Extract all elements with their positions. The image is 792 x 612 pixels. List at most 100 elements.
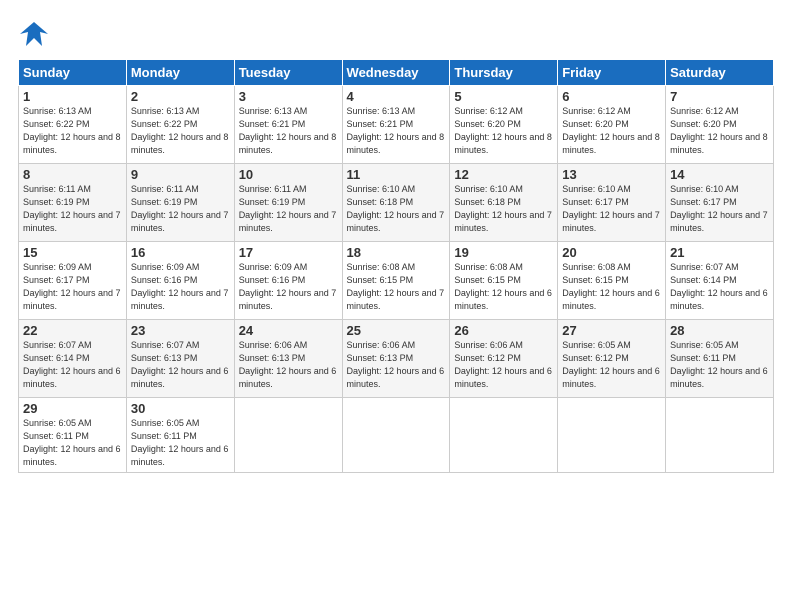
day-number: 3 (239, 89, 338, 104)
weekday-header-tuesday: Tuesday (234, 60, 342, 86)
calendar-table: SundayMondayTuesdayWednesdayThursdayFrid… (18, 59, 774, 473)
calendar-cell (450, 398, 558, 473)
day-number: 2 (131, 89, 230, 104)
day-number: 16 (131, 245, 230, 260)
day-number: 11 (347, 167, 446, 182)
day-number: 10 (239, 167, 338, 182)
page: SundayMondayTuesdayWednesdayThursdayFrid… (0, 0, 792, 612)
day-info: Sunrise: 6:07 AMSunset: 6:14 PMDaylight:… (23, 340, 121, 389)
day-info: Sunrise: 6:11 AMSunset: 6:19 PMDaylight:… (23, 184, 121, 233)
calendar-week-row: 15 Sunrise: 6:09 AMSunset: 6:17 PMDaylig… (19, 242, 774, 320)
calendar-cell: 21 Sunrise: 6:07 AMSunset: 6:14 PMDaylig… (666, 242, 774, 320)
day-number: 23 (131, 323, 230, 338)
calendar-cell: 15 Sunrise: 6:09 AMSunset: 6:17 PMDaylig… (19, 242, 127, 320)
day-number: 7 (670, 89, 769, 104)
calendar-cell: 11 Sunrise: 6:10 AMSunset: 6:18 PMDaylig… (342, 164, 450, 242)
day-info: Sunrise: 6:05 AMSunset: 6:11 PMDaylight:… (670, 340, 768, 389)
calendar-cell: 16 Sunrise: 6:09 AMSunset: 6:16 PMDaylig… (126, 242, 234, 320)
calendar-cell: 12 Sunrise: 6:10 AMSunset: 6:18 PMDaylig… (450, 164, 558, 242)
day-info: Sunrise: 6:06 AMSunset: 6:13 PMDaylight:… (347, 340, 445, 389)
calendar-cell: 17 Sunrise: 6:09 AMSunset: 6:16 PMDaylig… (234, 242, 342, 320)
day-info: Sunrise: 6:08 AMSunset: 6:15 PMDaylight:… (347, 262, 445, 311)
calendar-week-row: 8 Sunrise: 6:11 AMSunset: 6:19 PMDayligh… (19, 164, 774, 242)
day-info: Sunrise: 6:13 AMSunset: 6:21 PMDaylight:… (347, 106, 445, 155)
weekday-header-saturday: Saturday (666, 60, 774, 86)
calendar-cell: 30 Sunrise: 6:05 AMSunset: 6:11 PMDaylig… (126, 398, 234, 473)
day-info: Sunrise: 6:09 AMSunset: 6:16 PMDaylight:… (131, 262, 229, 311)
day-number: 21 (670, 245, 769, 260)
day-number: 12 (454, 167, 553, 182)
weekday-header-wednesday: Wednesday (342, 60, 450, 86)
calendar-cell: 8 Sunrise: 6:11 AMSunset: 6:19 PMDayligh… (19, 164, 127, 242)
day-info: Sunrise: 6:12 AMSunset: 6:20 PMDaylight:… (562, 106, 660, 155)
calendar-cell: 24 Sunrise: 6:06 AMSunset: 6:13 PMDaylig… (234, 320, 342, 398)
logo (18, 22, 48, 53)
weekday-header-sunday: Sunday (19, 60, 127, 86)
calendar-cell: 3 Sunrise: 6:13 AMSunset: 6:21 PMDayligh… (234, 86, 342, 164)
day-number: 13 (562, 167, 661, 182)
calendar-cell (342, 398, 450, 473)
day-info: Sunrise: 6:10 AMSunset: 6:18 PMDaylight:… (347, 184, 445, 233)
calendar-cell: 5 Sunrise: 6:12 AMSunset: 6:20 PMDayligh… (450, 86, 558, 164)
day-number: 27 (562, 323, 661, 338)
day-info: Sunrise: 6:08 AMSunset: 6:15 PMDaylight:… (562, 262, 660, 311)
day-info: Sunrise: 6:05 AMSunset: 6:11 PMDaylight:… (23, 418, 121, 467)
day-info: Sunrise: 6:06 AMSunset: 6:13 PMDaylight:… (239, 340, 337, 389)
day-number: 6 (562, 89, 661, 104)
day-info: Sunrise: 6:13 AMSunset: 6:22 PMDaylight:… (131, 106, 229, 155)
day-info: Sunrise: 6:08 AMSunset: 6:15 PMDaylight:… (454, 262, 552, 311)
day-number: 24 (239, 323, 338, 338)
calendar-cell (558, 398, 666, 473)
day-info: Sunrise: 6:11 AMSunset: 6:19 PMDaylight:… (131, 184, 229, 233)
day-info: Sunrise: 6:09 AMSunset: 6:16 PMDaylight:… (239, 262, 337, 311)
logo-text (18, 22, 48, 53)
calendar-cell: 13 Sunrise: 6:10 AMSunset: 6:17 PMDaylig… (558, 164, 666, 242)
day-number: 15 (23, 245, 122, 260)
weekday-header-thursday: Thursday (450, 60, 558, 86)
day-info: Sunrise: 6:10 AMSunset: 6:17 PMDaylight:… (670, 184, 768, 233)
day-number: 9 (131, 167, 230, 182)
day-info: Sunrise: 6:07 AMSunset: 6:13 PMDaylight:… (131, 340, 229, 389)
calendar-cell: 2 Sunrise: 6:13 AMSunset: 6:22 PMDayligh… (126, 86, 234, 164)
day-info: Sunrise: 6:09 AMSunset: 6:17 PMDaylight:… (23, 262, 121, 311)
calendar-cell: 9 Sunrise: 6:11 AMSunset: 6:19 PMDayligh… (126, 164, 234, 242)
weekday-header-monday: Monday (126, 60, 234, 86)
day-info: Sunrise: 6:10 AMSunset: 6:17 PMDaylight:… (562, 184, 660, 233)
calendar-week-row: 22 Sunrise: 6:07 AMSunset: 6:14 PMDaylig… (19, 320, 774, 398)
calendar-cell: 6 Sunrise: 6:12 AMSunset: 6:20 PMDayligh… (558, 86, 666, 164)
calendar-cell: 28 Sunrise: 6:05 AMSunset: 6:11 PMDaylig… (666, 320, 774, 398)
day-number: 26 (454, 323, 553, 338)
calendar-cell (666, 398, 774, 473)
calendar-cell: 20 Sunrise: 6:08 AMSunset: 6:15 PMDaylig… (558, 242, 666, 320)
calendar-cell: 14 Sunrise: 6:10 AMSunset: 6:17 PMDaylig… (666, 164, 774, 242)
day-info: Sunrise: 6:12 AMSunset: 6:20 PMDaylight:… (454, 106, 552, 155)
day-number: 8 (23, 167, 122, 182)
calendar-cell: 23 Sunrise: 6:07 AMSunset: 6:13 PMDaylig… (126, 320, 234, 398)
day-info: Sunrise: 6:13 AMSunset: 6:21 PMDaylight:… (239, 106, 337, 155)
day-number: 28 (670, 323, 769, 338)
calendar-cell: 26 Sunrise: 6:06 AMSunset: 6:12 PMDaylig… (450, 320, 558, 398)
header (18, 18, 774, 53)
calendar-cell: 10 Sunrise: 6:11 AMSunset: 6:19 PMDaylig… (234, 164, 342, 242)
logo-bird-icon (20, 20, 48, 48)
day-number: 20 (562, 245, 661, 260)
day-info: Sunrise: 6:10 AMSunset: 6:18 PMDaylight:… (454, 184, 552, 233)
calendar-week-row: 29 Sunrise: 6:05 AMSunset: 6:11 PMDaylig… (19, 398, 774, 473)
calendar-cell: 27 Sunrise: 6:05 AMSunset: 6:12 PMDaylig… (558, 320, 666, 398)
calendar-cell: 18 Sunrise: 6:08 AMSunset: 6:15 PMDaylig… (342, 242, 450, 320)
day-number: 17 (239, 245, 338, 260)
calendar-cell: 19 Sunrise: 6:08 AMSunset: 6:15 PMDaylig… (450, 242, 558, 320)
calendar-cell: 25 Sunrise: 6:06 AMSunset: 6:13 PMDaylig… (342, 320, 450, 398)
day-number: 1 (23, 89, 122, 104)
weekday-header-friday: Friday (558, 60, 666, 86)
day-number: 19 (454, 245, 553, 260)
calendar-cell (234, 398, 342, 473)
calendar-cell: 4 Sunrise: 6:13 AMSunset: 6:21 PMDayligh… (342, 86, 450, 164)
day-info: Sunrise: 6:12 AMSunset: 6:20 PMDaylight:… (670, 106, 768, 155)
calendar-cell: 1 Sunrise: 6:13 AMSunset: 6:22 PMDayligh… (19, 86, 127, 164)
day-number: 22 (23, 323, 122, 338)
day-info: Sunrise: 6:05 AMSunset: 6:11 PMDaylight:… (131, 418, 229, 467)
day-number: 14 (670, 167, 769, 182)
day-info: Sunrise: 6:06 AMSunset: 6:12 PMDaylight:… (454, 340, 552, 389)
day-number: 30 (131, 401, 230, 416)
